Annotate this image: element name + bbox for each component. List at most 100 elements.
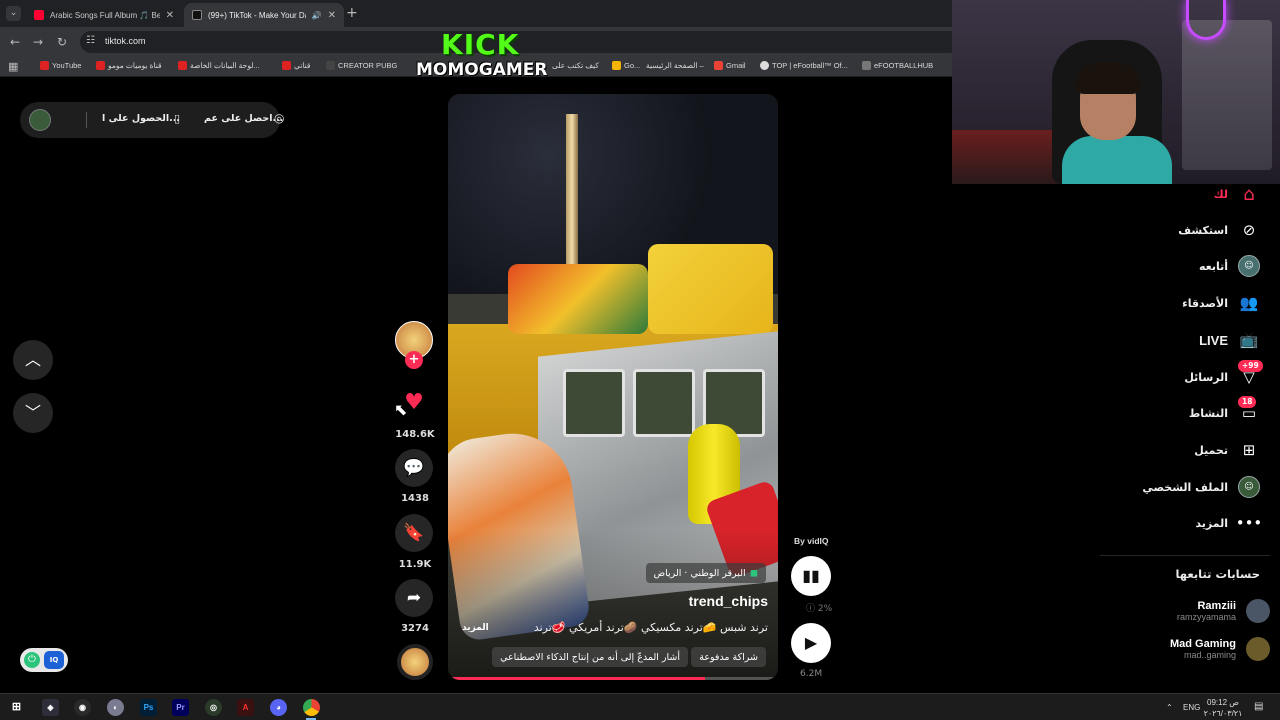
sidebar-item-explore[interactable]: استكشف ⊘ (1178, 218, 1260, 242)
bookmark-dashboard[interactable]: لوحة البيانات الخاصة... (178, 61, 260, 70)
sidebar-item-following[interactable]: أتابعه ☺ (1199, 254, 1260, 278)
caption-more-button[interactable]: المزيد (462, 623, 489, 633)
sidebar-item-profile[interactable]: الملف الشخصي ☺ (1142, 475, 1260, 499)
user-avatar[interactable] (29, 109, 51, 131)
sidebar-divider (1100, 555, 1270, 556)
close-tab-icon[interactable]: ✕ (166, 10, 174, 21)
video-progress-bar[interactable] (448, 677, 778, 680)
vidiq-extension-badge[interactable]: ⏻ IQ (20, 648, 68, 672)
bookmark-efootball-top[interactable]: TOP | eFootball™ Of... (760, 61, 848, 70)
tab-tiktok[interactable]: (99+) TikTok - Make Your Day 🔊 ✕ (184, 3, 344, 27)
get-app-label[interactable]: الحصول على ا... (102, 113, 180, 124)
chevron-up-icon: ︿ (24, 350, 41, 369)
paid-partnership-tag[interactable]: شراكة مدفوعة (691, 647, 766, 667)
photoshop-icon[interactable]: Ps (140, 699, 157, 716)
app-icon[interactable]: ◈ (42, 699, 59, 716)
reload-icon[interactable]: ↻ (57, 35, 67, 49)
xbox-icon[interactable]: ◎ (205, 699, 222, 716)
play-button[interactable]: ▶ (791, 623, 831, 663)
language-indicator[interactable]: ENG (1183, 703, 1200, 712)
power-icon: ⏻ (24, 652, 40, 668)
url-text[interactable]: tiktok.com (105, 36, 146, 46)
obs-icon[interactable]: ◉ (74, 699, 91, 716)
vidiq-stats-button[interactable]: ▮▮ (791, 556, 831, 596)
bookmark-my-channel[interactable]: قناتي (282, 61, 310, 70)
sidebar-item-activity[interactable]: النشاط ▭ 18 (1189, 396, 1260, 425)
comment-icon: 💬 (403, 458, 425, 478)
following-account-ramziii[interactable]: Ramziii ramzyyamama (1177, 595, 1270, 627)
share-count: 3274 (401, 623, 429, 634)
webcam-overlay (952, 0, 1280, 184)
mouse-cursor-icon: ⬉ (394, 400, 408, 419)
share-arrow-icon: ➦ (406, 588, 422, 608)
back-arrow-icon[interactable]: ← (10, 35, 20, 49)
account-text: Mad Gaming mad..gaming (1169, 638, 1236, 660)
bookmark-go[interactable]: Go... (612, 61, 640, 70)
windows-start-icon[interactable]: ⊞ (8, 699, 25, 716)
system-clock[interactable]: 09:12 ص ٢٠٢٦/٠٣/٢١ (1203, 697, 1243, 719)
video-author[interactable]: trend_chips (689, 593, 768, 609)
close-tab-icon[interactable]: ✕ (328, 10, 336, 21)
coin-icon[interactable]: ◎ (274, 111, 284, 125)
bookmark-momo-channel[interactable]: قناة يوميات مومو (96, 61, 162, 70)
next-video-button[interactable]: ﹀ (13, 393, 53, 433)
forward-arrow-icon[interactable]: → (33, 35, 43, 49)
like-count: 148.6K (395, 429, 435, 440)
account-avatar (1246, 599, 1270, 623)
comment-button[interactable]: 💬 (395, 449, 433, 487)
get-coins-label[interactable]: احصل على عم... (204, 113, 283, 124)
capture-icon[interactable]: ◐ (107, 699, 124, 716)
apps-grid-icon[interactable]: ▦ (8, 60, 18, 73)
new-tab-icon[interactable]: + (346, 5, 358, 21)
premiere-icon[interactable]: Pr (172, 699, 189, 716)
tab-search-dropdown-icon[interactable]: ⌄ (6, 6, 21, 21)
following-account-mad-gaming[interactable]: Mad Gaming mad..gaming (1170, 633, 1270, 665)
bookmark-youtube[interactable]: YouTube (40, 61, 81, 70)
sidebar-item-messages[interactable]: الرسائل ▽ +99 (1184, 360, 1263, 389)
sidebar-item-friends[interactable]: الأصدقاء 👥 (1182, 291, 1260, 315)
sidebar-item-for-you[interactable]: لك ⌂ (1214, 182, 1260, 206)
ai-generated-tag[interactable]: أشار المدعّ إلى أنه من إنتاج الذكاء الاص… (492, 647, 688, 667)
account-text: Ramziii ramzyyamama (1176, 600, 1236, 622)
bookmark-home-page[interactable]: الصفحة الرئيسية – (646, 61, 704, 70)
tab-arabic-songs[interactable]: Arabic Songs Full Album 🎵 Be ✕ (26, 3, 182, 27)
video-player[interactable]: البرقر الوطني · الرياض ◼ trend_chips ترن… (448, 94, 778, 680)
save-button[interactable]: 🔖 (395, 514, 433, 552)
notifications-icon[interactable]: ▤ (1254, 701, 1263, 712)
bar-chart-icon: ▮▮ (802, 566, 820, 585)
location-tag[interactable]: البرقر الوطني · الرياض ◼ (645, 563, 766, 583)
speaker-icon[interactable]: 🔊 (312, 11, 322, 20)
bookmark-how-to-write[interactable]: كيف تكتب على (552, 61, 599, 70)
phone-icon[interactable]: ▯ (174, 112, 180, 125)
tray-overflow-icon[interactable]: ⌃ (1166, 703, 1173, 712)
tab-title: Arabic Songs Full Album 🎵 Be (50, 10, 160, 20)
bookmark-creator-pubg[interactable]: CREATOR PUBG (326, 61, 397, 70)
bookmark-gmail[interactable]: Gmail (714, 61, 746, 70)
efootballhub-icon (862, 61, 871, 70)
youtube-icon (96, 61, 105, 70)
vidiq-logo-icon: IQ (44, 651, 64, 669)
video-caption: ترند شبس 🧀ترند مكسيكي 🥔ترند أمريكي 🥩ترند (533, 621, 768, 634)
previous-video-button[interactable]: ︿ (13, 340, 53, 380)
discord-icon[interactable]: ◕ (270, 699, 287, 716)
windows-taskbar: ⊞ ◈ ◉ ◐ Ps Pr ◎ A ◕ ⌃ ENG 09:12 ص ٢٠٢٦/٠… (0, 693, 1280, 720)
bookmark-efootballhub[interactable]: eFOOTBALLHUB (862, 61, 933, 70)
sidebar-item-live[interactable]: LIVE 📺 (1199, 328, 1260, 352)
acrobat-icon[interactable]: A (237, 699, 254, 716)
webcam-streamer-body (1062, 136, 1172, 184)
vidiq-percent: ⓘ 2% (806, 604, 833, 614)
webcam-shelf (1182, 20, 1272, 170)
sidebar-item-upload[interactable]: تحميل ⊞ (1194, 438, 1260, 462)
compass-icon: ⊘ (1242, 221, 1256, 239)
sidebar-item-more[interactable]: المزيد ••• (1195, 511, 1262, 535)
music-disc-icon[interactable] (397, 644, 433, 680)
follow-plus-icon[interactable]: + (405, 351, 423, 369)
share-button[interactable]: ➦ (395, 579, 433, 617)
play-icon: ▶ (804, 633, 818, 652)
youtube-icon (282, 61, 291, 70)
view-count: 6.2M (800, 669, 823, 679)
site-info-icon[interactable]: ☷ (86, 35, 95, 46)
omnibox[interactable]: ☷ tiktok.com (80, 31, 960, 53)
chevron-down-icon: ﹀ (24, 403, 41, 422)
chrome-icon[interactable] (303, 699, 320, 716)
